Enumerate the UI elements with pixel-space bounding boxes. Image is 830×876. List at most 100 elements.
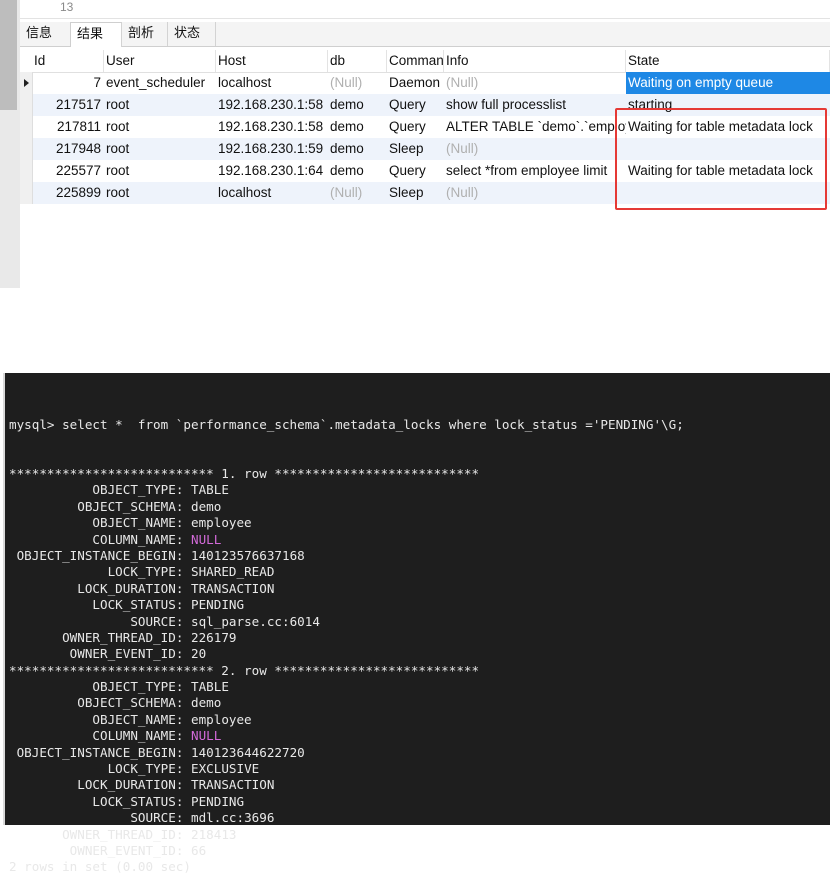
colon: : [175, 515, 191, 531]
cell-db[interactable]: demo [328, 94, 387, 116]
field-value: TABLE [190, 482, 229, 498]
cell-info[interactable]: (Null) [444, 72, 626, 94]
column-header-command[interactable]: Command [387, 50, 444, 72]
field-line: LOCK_DURATION: TRANSACTION [9, 777, 829, 793]
field-line: OBJECT_INSTANCE_BEGIN: 140123644622720 [9, 745, 829, 761]
field-line: OWNER_EVENT_ID: 66 [9, 843, 829, 859]
terminal-output: mysql> select * from `performance_schema… [9, 384, 829, 876]
current-row-arrow-icon [24, 79, 29, 87]
cell-user[interactable]: root [104, 116, 216, 138]
padding [9, 499, 77, 514]
cell-host[interactable]: 192.168.230.1:64 [216, 160, 328, 182]
cell-user[interactable]: event_scheduler [104, 72, 216, 94]
field-value: employee [190, 711, 252, 727]
tab-info[interactable]: 信息 [20, 22, 72, 46]
padding [9, 614, 130, 629]
colon: : [175, 531, 191, 547]
field-key: LOCK_DURATION [77, 580, 176, 596]
grid-header: Id User Host db Command Info State [20, 50, 830, 73]
cell-id[interactable]: 217948 [32, 138, 104, 160]
line-number: 13 [60, 0, 74, 14]
field-key: OBJECT_SCHEMA [77, 695, 176, 711]
padding [9, 630, 62, 645]
cell-command[interactable]: Query [387, 116, 444, 138]
padding [9, 794, 92, 809]
field-value: TABLE [190, 679, 229, 695]
column-header-state[interactable]: State [626, 50, 830, 72]
padding [9, 597, 92, 612]
cell-info[interactable]: (Null) [444, 182, 626, 204]
cell-info[interactable]: (Null) [444, 138, 626, 160]
cell-host[interactable]: 192.168.230.1:58 [216, 94, 328, 116]
field-key: OWNER_THREAD_ID [62, 826, 176, 842]
padding [9, 712, 92, 727]
cell-id[interactable]: 217517 [32, 94, 104, 116]
field-key: OBJECT_NAME [92, 711, 176, 727]
tab-status[interactable]: 状态 [168, 22, 216, 46]
cell-id[interactable]: 7 [32, 72, 104, 94]
left-scroll-strip[interactable] [0, 0, 20, 288]
field-value: TRANSACTION [191, 580, 275, 596]
cell-user[interactable]: root [104, 94, 216, 116]
field-key: SOURCE [130, 613, 176, 629]
field-key: OWNER_THREAD_ID [62, 629, 176, 645]
cell-info[interactable]: select *from employee limit [444, 160, 626, 182]
cell-user[interactable]: root [104, 182, 216, 204]
colon: : [175, 564, 191, 580]
field-key: SOURCE [130, 810, 176, 826]
terminal-command: mysql> select * from `performance_schema… [9, 416, 684, 432]
cell-id[interactable]: 217811 [32, 116, 104, 138]
padding [9, 728, 92, 743]
field-key: OWNER_EVENT_ID [69, 843, 176, 858]
field-line: COLUMN_NAME: NULL [9, 728, 829, 744]
field-line: LOCK_DURATION: TRANSACTION [9, 581, 829, 597]
field-value: 20 [191, 646, 207, 662]
tab-result-1[interactable]: 结果 1 [70, 22, 122, 66]
table-row[interactable]: 7 event_scheduler localhost (Null) Daemon (Nu… [20, 72, 830, 94]
colon: : [175, 711, 191, 727]
cell-command[interactable]: Daemon [387, 72, 444, 94]
field-key: LOCK_DURATION [77, 777, 176, 793]
cell-info[interactable]: ALTER TABLE `demo`.`employee` [444, 116, 626, 138]
padding [9, 532, 92, 547]
cell-state[interactable]: Waiting on empty queue [626, 72, 830, 94]
cell-db[interactable]: demo [328, 116, 387, 138]
cell-host[interactable]: localhost [216, 182, 328, 204]
cell-user[interactable]: root [104, 160, 216, 182]
field-key: LOCK_TYPE [107, 761, 176, 777]
tab-profile[interactable]: 剖析 [122, 22, 168, 46]
cell-host[interactable]: 192.168.230.1:58 [216, 116, 328, 138]
cell-command[interactable]: Query [387, 94, 444, 116]
cell-db[interactable]: (Null) [328, 72, 387, 94]
cell-info[interactable]: show full processlist [444, 94, 626, 116]
field-value: 226179 [190, 629, 237, 645]
cell-command[interactable]: Sleep [387, 182, 444, 204]
field-value: SHARED_READ [191, 564, 275, 580]
colon: : [175, 613, 191, 629]
scroll-thumb[interactable] [0, 0, 17, 110]
colon: : [175, 679, 191, 695]
cell-db[interactable]: demo [328, 160, 387, 182]
column-header-user[interactable]: User [104, 50, 216, 72]
cell-user[interactable]: root [104, 138, 216, 160]
column-header-info[interactable]: Info [444, 50, 626, 72]
padding [9, 843, 70, 858]
highlight-box [615, 108, 827, 210]
cell-db[interactable]: (Null) [328, 182, 387, 204]
field-value: 218413 [190, 826, 237, 842]
cell-id[interactable]: 225899 [32, 182, 104, 204]
cell-host[interactable]: 192.168.230.1:59 [216, 138, 328, 160]
cell-db[interactable]: demo [328, 138, 387, 160]
field-line: LOCK_STATUS: PENDING [9, 597, 829, 613]
column-header-host[interactable]: Host [216, 50, 328, 72]
mysql-terminal[interactable]: mysql> select * from `performance_schema… [3, 373, 830, 874]
field-value: mdl.cc:3696 [191, 810, 275, 826]
cell-host[interactable]: localhost [216, 72, 328, 94]
cell-command[interactable]: Sleep [387, 138, 444, 160]
padding [9, 695, 77, 710]
column-header-id[interactable]: Id [32, 50, 104, 72]
cell-id[interactable]: 225577 [32, 160, 104, 182]
cell-command[interactable]: Query [387, 160, 444, 182]
colon: : [175, 597, 191, 613]
column-header-db[interactable]: db [328, 50, 387, 72]
